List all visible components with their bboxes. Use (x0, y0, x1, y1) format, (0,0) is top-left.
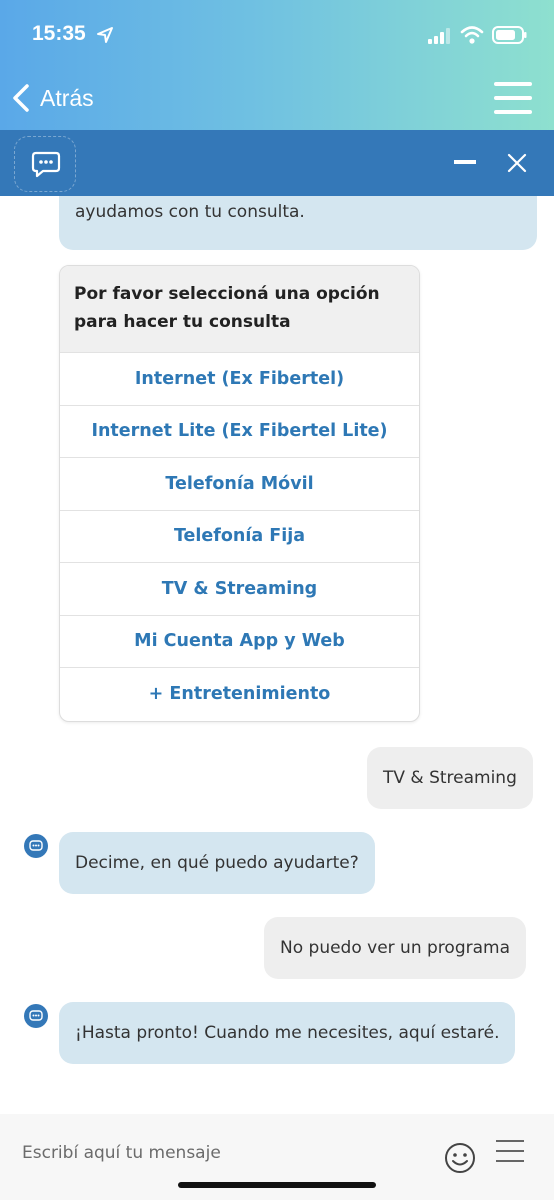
option-entretenimiento[interactable]: + Entretenimiento (60, 667, 419, 720)
chat-bubble-icon (29, 1010, 43, 1021)
chat-bubble-icon (31, 151, 61, 178)
nav-bar: Atrás (0, 70, 554, 130)
hamburger-menu-button[interactable] (494, 82, 532, 114)
menu-line-icon (494, 82, 532, 86)
message-input[interactable] (22, 1139, 422, 1167)
option-internet-lite[interactable]: Internet Lite (Ex Fibertel Lite) (60, 404, 419, 458)
menu-line-icon (496, 1160, 524, 1162)
close-icon[interactable] (506, 152, 528, 174)
chat-logo (14, 136, 76, 192)
bot-avatar (24, 1004, 48, 1028)
option-tv-streaming[interactable]: TV & Streaming (60, 562, 419, 615)
options-card-title: Por favor seleccioná una opción para hac… (60, 266, 419, 352)
user-message-text: No puedo ver un programa (280, 938, 510, 958)
option-internet[interactable]: Internet (Ex Fibertel) (60, 352, 419, 405)
options-card: Por favor seleccioná una opción para hac… (59, 265, 420, 722)
chat-bubble-icon (29, 840, 43, 851)
back-button[interactable]: Atrás (10, 80, 94, 116)
minimize-button[interactable] (454, 160, 476, 164)
bot-message-text: Decime, en qué puedo ayudarte? (75, 853, 359, 873)
bot-message: ¡Hasta pronto! Cuando me necesites, aquí… (59, 1002, 516, 1064)
status-time: 15:35 (32, 22, 86, 45)
chevron-left-icon (13, 84, 29, 112)
menu-line-icon (496, 1150, 524, 1152)
cellular-signal-icon (428, 28, 450, 44)
option-mi-cuenta[interactable]: Mi Cuenta App y Web (60, 614, 419, 668)
battery-icon (492, 26, 527, 44)
home-indicator (178, 1182, 376, 1188)
user-message-text: TV & Streaming (383, 768, 517, 788)
messages-area[interactable]: ayudamos con tu consulta. Por favor sele… (0, 196, 554, 1114)
menu-line-icon (496, 1140, 524, 1142)
menu-line-icon (494, 110, 532, 114)
option-telefonia-fija[interactable]: Telefonía Fija (60, 509, 419, 563)
bot-message-text: ¡Hasta pronto! Cuando me necesites, aquí… (75, 1023, 500, 1043)
wifi-icon (460, 26, 484, 44)
menu-line-icon (494, 96, 532, 100)
back-label: Atrás (40, 84, 94, 111)
option-telefonia-movil[interactable]: Telefonía Móvil (60, 457, 419, 510)
chat-widget-header (0, 130, 554, 196)
bot-message: Decime, en qué puedo ayudarte? (59, 832, 375, 894)
input-menu-button[interactable] (496, 1140, 524, 1164)
bot-message: ayudamos con tu consulta. (59, 196, 537, 250)
user-message: TV & Streaming (367, 747, 533, 809)
bot-avatar (24, 834, 48, 858)
user-message: No puedo ver un programa (264, 917, 526, 979)
emoji-icon[interactable] (444, 1142, 476, 1174)
location-arrow-icon (97, 27, 113, 43)
status-bar: 15:35 (0, 0, 554, 70)
bot-message-text: ayudamos con tu consulta. (75, 202, 305, 222)
